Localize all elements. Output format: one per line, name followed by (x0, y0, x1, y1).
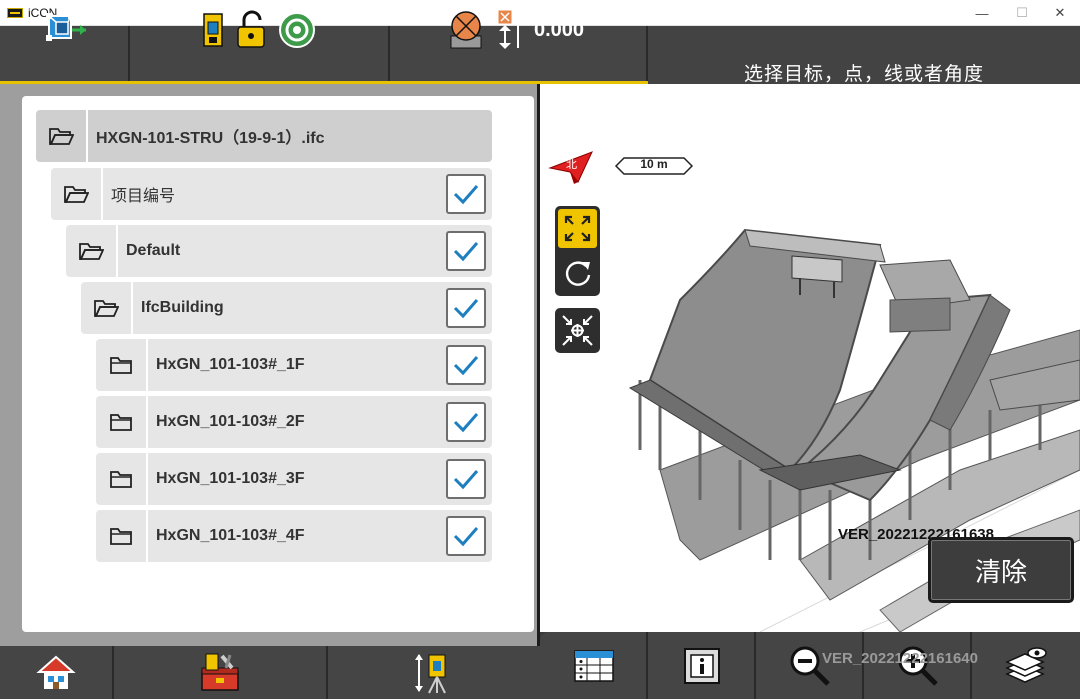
checkmark-icon (453, 299, 479, 319)
tree-label: IfcBuilding (141, 299, 224, 316)
prompt-text: 选择目标，点，线或者角度 (743, 62, 984, 85)
visibility-checkbox[interactable] (446, 516, 486, 556)
checkmark-icon (453, 527, 479, 547)
instrument-setup-icon (415, 653, 446, 693)
folder-closed-icon (96, 339, 148, 391)
instrument-icon (203, 13, 223, 47)
north-label: 北 (566, 158, 577, 171)
folder-open-icon (36, 110, 88, 162)
minimize-button[interactable]: — (962, 0, 1002, 26)
maximize-button[interactable]: ☐ (1002, 0, 1042, 26)
toolbar-divider (128, 26, 130, 81)
home-icon (36, 655, 76, 689)
view-controls (555, 206, 600, 296)
layers-icon (1005, 646, 1047, 683)
visibility-checkbox[interactable] (446, 174, 486, 214)
tree-row-floor-2f[interactable]: HxGN_101-103#_2F (96, 396, 492, 448)
info-icon (684, 647, 720, 684)
folder-closed-icon (96, 510, 148, 562)
ghost-model-label: VER_20221222161640 (822, 650, 978, 667)
info-button[interactable] (648, 632, 756, 699)
tree-row-ifcbuilding[interactable]: IfcBuilding (81, 282, 492, 334)
prism-height-icons[interactable] (448, 8, 532, 52)
table-icon (574, 649, 614, 682)
layer-tree-panel: HXGN-101-STRU（19-9-1）.ifc 项目编号 Default I… (22, 96, 534, 632)
toolbar-divider (388, 26, 390, 81)
tree-row-floor-3f[interactable]: HxGN_101-103#_3F (96, 453, 492, 505)
scale-label: 10 m (640, 157, 668, 171)
tree-label-root: HXGN-101-STRU（19-9-1）.ifc (96, 130, 325, 147)
tree-label: HxGN_101-103#_3F (156, 470, 305, 487)
visibility-checkbox[interactable] (446, 231, 486, 271)
prism-icon (450, 11, 482, 49)
height-arrow-icon (497, 9, 519, 49)
home-button[interactable] (0, 646, 112, 699)
folder-open-icon (66, 225, 118, 277)
tree-row-floor-4f[interactable]: HxGN_101-103#_4F (96, 510, 492, 562)
folder-closed-icon (96, 396, 148, 448)
zoom-extents-button[interactable] (558, 209, 597, 248)
checkmark-icon (453, 413, 479, 433)
tree-row-floor-1f[interactable]: HxGN_101-103#_1F (96, 339, 492, 391)
folder-open-icon (51, 168, 103, 220)
visibility-checkbox[interactable] (446, 459, 486, 499)
instrument-setup-button[interactable] (328, 646, 538, 699)
toolbox-icon (201, 653, 239, 691)
folder-closed-icon (96, 453, 148, 505)
checkmark-icon (453, 185, 479, 205)
tree-label: HxGN_101-103#_4F (156, 527, 305, 544)
bottom-right-toolbar (540, 632, 1080, 699)
center-target-icon (562, 315, 593, 346)
checkmark-icon (453, 242, 479, 262)
close-button[interactable]: ✕ (1040, 0, 1080, 26)
height-readout: 0.000 (534, 19, 585, 41)
tree-label: 项目编号 (111, 186, 176, 205)
visibility-checkbox[interactable] (446, 402, 486, 442)
tree-label: HxGN_101-103#_2F (156, 413, 305, 430)
rotate-view-button[interactable] (558, 254, 597, 293)
tree-label: Default (126, 242, 181, 259)
app-logo-icon (7, 7, 23, 18)
model-layers-icon[interactable] (44, 10, 88, 48)
toolbar-status-icons[interactable] (200, 10, 322, 50)
table-view-button[interactable] (540, 632, 648, 699)
clear-button-label: 清除 (974, 557, 1027, 588)
tree-label: HxGN_101-103#_1F (156, 356, 305, 373)
visibility-checkbox[interactable] (446, 288, 486, 328)
toolbox-button[interactable] (114, 646, 326, 699)
tree-row-default[interactable]: Default (66, 225, 492, 277)
layers-button[interactable] (972, 632, 1080, 699)
rotate-icon (565, 261, 591, 286)
visibility-checkbox[interactable] (446, 345, 486, 385)
unlock-icon (237, 10, 265, 48)
target-icon (279, 12, 315, 48)
folder-open-icon (81, 282, 133, 334)
tree-row-project[interactable]: 项目编号 (51, 168, 492, 220)
bottom-left-toolbar (0, 646, 540, 699)
clear-button[interactable]: 清除 (928, 537, 1074, 603)
checkmark-icon (453, 356, 479, 376)
expand-icon (564, 215, 591, 242)
tree-row-root[interactable]: HXGN-101-STRU（19-9-1）.ifc (36, 110, 492, 162)
checkmark-icon (453, 470, 479, 490)
center-target-button[interactable] (555, 308, 600, 353)
